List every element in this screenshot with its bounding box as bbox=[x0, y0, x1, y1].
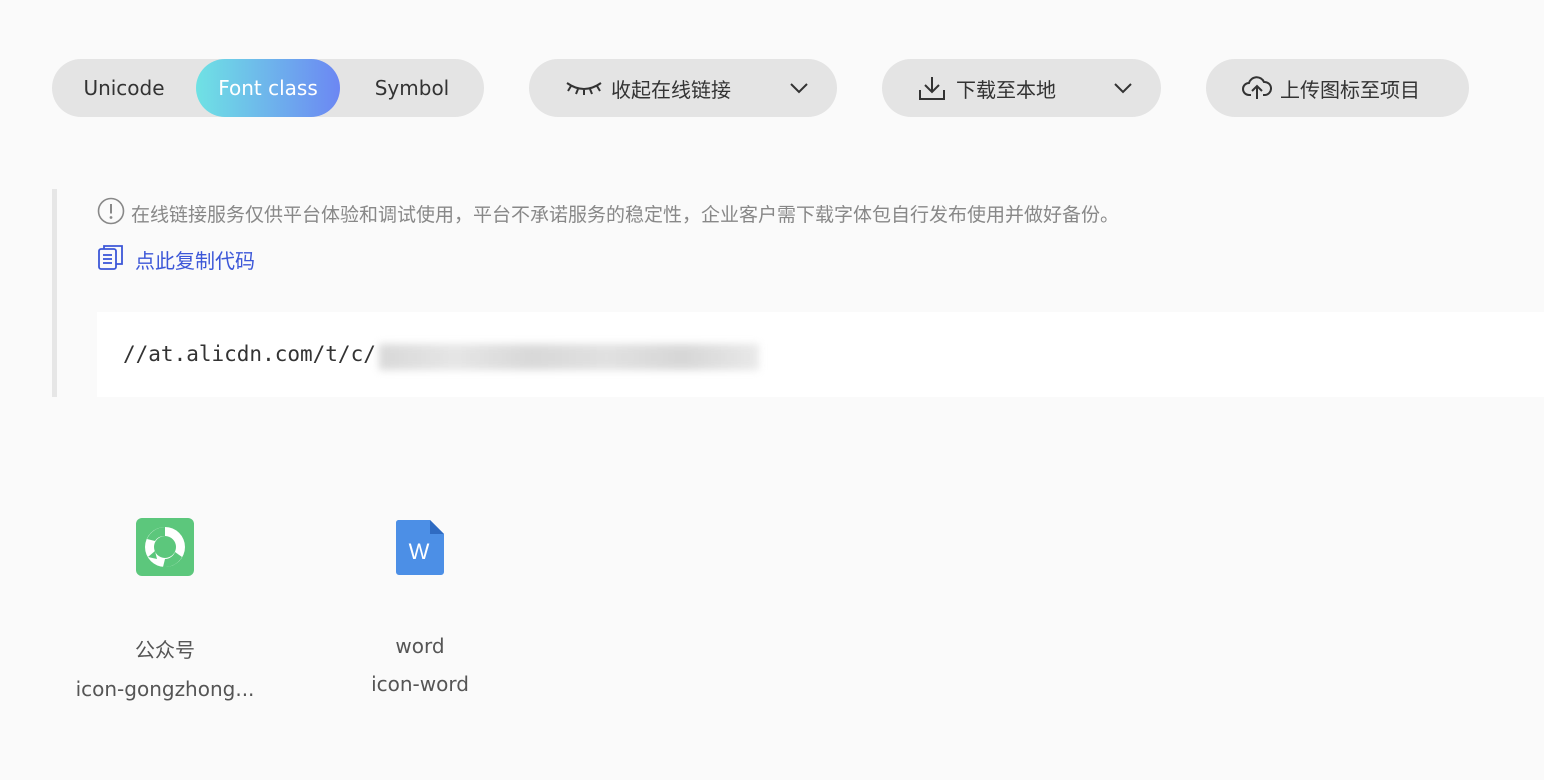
code-url-text[interactable]: //at.alicdn.com/t/c/ bbox=[123, 342, 376, 366]
word-document-icon: W bbox=[385, 512, 455, 582]
download-local-label: 下载至本地 bbox=[956, 77, 1056, 102]
tab-unicode[interactable]: Unicode bbox=[52, 59, 196, 117]
tab-symbol[interactable]: Symbol bbox=[340, 59, 484, 117]
upload-to-project-label: 上传图标至项目 bbox=[1280, 77, 1420, 102]
chevron-down-icon bbox=[1113, 78, 1133, 103]
collapse-online-link-button[interactable]: 收起在线链接 bbox=[529, 59, 837, 117]
copy-document-icon bbox=[97, 243, 125, 276]
icon-class-name: icon-gongzhong... bbox=[75, 677, 255, 701]
upload-to-project-button[interactable]: 上传图标至项目 bbox=[1206, 59, 1469, 117]
info-circle-icon bbox=[97, 197, 125, 230]
eye-closed-icon bbox=[565, 78, 603, 98]
cloud-upload-icon bbox=[1242, 75, 1272, 101]
copy-code-link[interactable]: 点此复制代码 bbox=[97, 243, 255, 276]
service-notice-text: 在线链接服务仅供平台体验和调试使用，平台不承诺服务的稳定性，企业客户需下载字体包… bbox=[131, 204, 1120, 226]
service-notice: 在线链接服务仅供平台体验和调试使用，平台不承诺服务的稳定性，企业客户需下载字体包… bbox=[97, 197, 1119, 230]
code-url-box[interactable]: //at.alicdn.com/t/c/ bbox=[97, 312, 1544, 397]
icon-name: word bbox=[395, 634, 445, 658]
collapse-online-link-label: 收起在线链接 bbox=[611, 77, 731, 102]
icon-card[interactable]: W word icon-word bbox=[305, 512, 535, 696]
icon-card[interactable]: 公众号 icon-gongzhong... bbox=[50, 512, 280, 701]
icon-class-name: icon-word bbox=[371, 672, 469, 696]
wechat-official-account-icon bbox=[130, 512, 200, 582]
redacted-url-blur bbox=[379, 344, 759, 370]
tab-font-class[interactable]: Font class bbox=[196, 59, 340, 117]
svg-text:W: W bbox=[409, 539, 430, 564]
view-mode-tabs: Unicode Font class Symbol bbox=[52, 59, 484, 117]
icon-name: 公众号 bbox=[135, 638, 195, 662]
download-local-button[interactable]: 下载至本地 bbox=[882, 59, 1161, 117]
copy-code-label: 点此复制代码 bbox=[135, 249, 255, 273]
chevron-down-icon bbox=[789, 78, 809, 103]
download-icon bbox=[918, 75, 946, 101]
online-link-panel: 在线链接服务仅供平台体验和调试使用，平台不承诺服务的稳定性，企业客户需下载字体包… bbox=[52, 189, 1544, 397]
